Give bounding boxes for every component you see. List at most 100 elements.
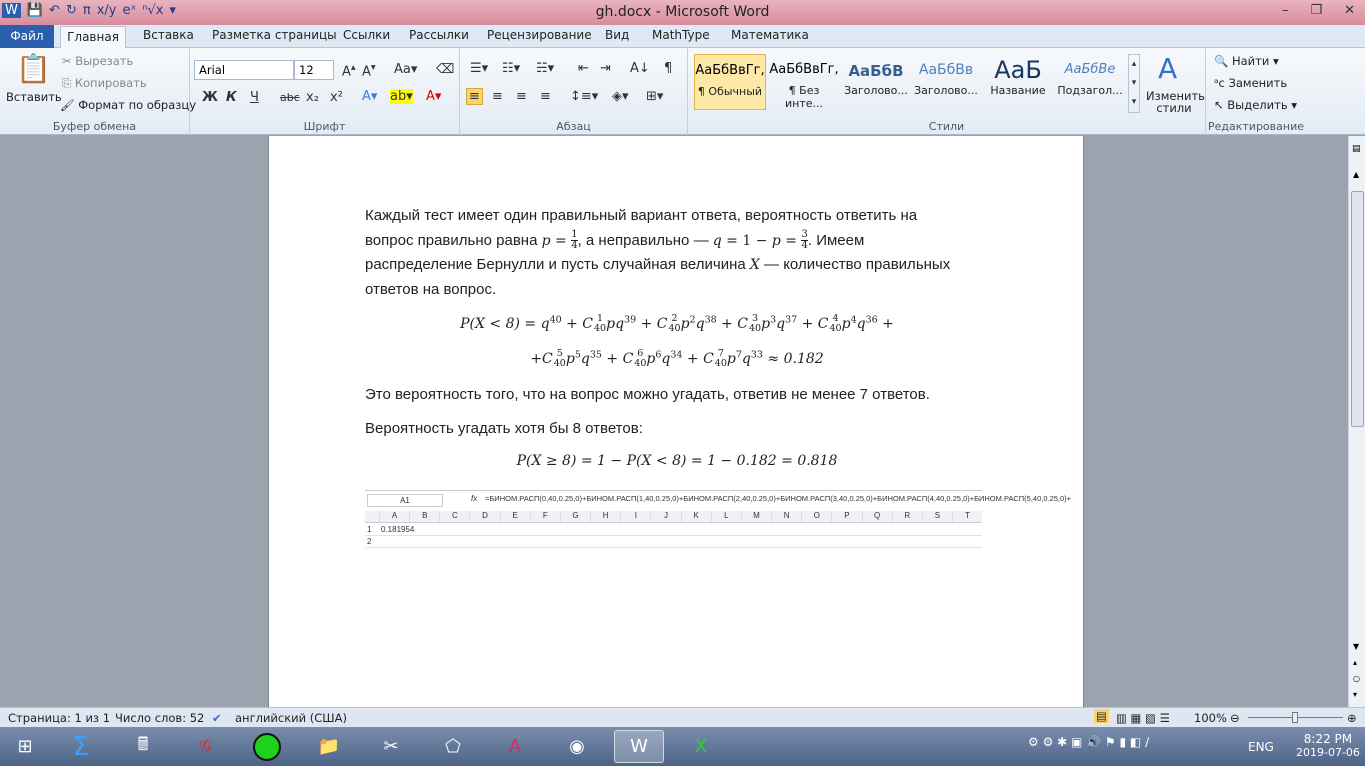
tray-icons[interactable]: ⚙ ⚙ ✱ ▣ 🔊 ⚑ ▮ ◧ ∕ — [1028, 735, 1149, 749]
taskbar-word[interactable]: W — [614, 730, 664, 763]
highlight-icon[interactable]: ab▾ — [390, 89, 413, 104]
zoom-level[interactable]: 100% — [1194, 711, 1227, 725]
font-size-select[interactable]: 12 — [294, 60, 334, 80]
taskbar-mathcad[interactable]: Σ — [56, 730, 106, 763]
scroll-up-icon[interactable]: ▲ — [1353, 170, 1359, 179]
taskbar-calculator[interactable]: 🖩 — [118, 730, 168, 763]
multilevel-list-icon[interactable]: ☵▾ — [536, 61, 554, 76]
font-color-icon[interactable]: A▾ — [426, 89, 441, 104]
minimize-button[interactable]: – — [1282, 3, 1289, 18]
proofing-icon[interactable]: ✔ — [212, 711, 222, 725]
scroll-down-icon[interactable]: ▼ — [1353, 642, 1359, 651]
input-language[interactable]: ENG — [1248, 740, 1274, 754]
change-case-icon[interactable]: Aa▾ — [394, 62, 417, 77]
style-subtitle[interactable]: АаБбВе Подзагол... — [1054, 54, 1126, 110]
decrease-indent-icon[interactable]: ⇤ — [578, 61, 589, 76]
replace-button[interactable]: ᵃc Заменить — [1214, 76, 1287, 90]
binomial-indices: 6 40 — [634, 349, 646, 369]
style-title[interactable]: АаБ Название — [982, 54, 1054, 110]
document-page[interactable]: Каждый тест имеет один правильный вариан… — [268, 136, 1084, 707]
styles-scroll-icon[interactable]: ▴ ▾ ▾ — [1128, 54, 1140, 113]
bold-button[interactable]: Ж — [202, 90, 218, 105]
browse-object-icon[interactable]: ○ — [1353, 674, 1360, 683]
find-button[interactable]: 🔍 Найти ▾ — [1214, 54, 1279, 68]
subscript-button[interactable]: x₂ — [306, 90, 319, 105]
cut-button[interactable]: ✂ Вырезать — [62, 54, 133, 68]
tab-mailings[interactable]: Рассылки — [409, 28, 469, 42]
clear-format-icon[interactable]: ⌫ — [436, 62, 454, 77]
zoom-in-icon[interactable]: ⊕ — [1347, 711, 1357, 725]
next-page-icon[interactable]: ▾ — [1353, 690, 1357, 699]
taskbar-chrome[interactable]: ◉ — [552, 730, 602, 763]
scrollbar-thumb[interactable] — [1351, 191, 1364, 427]
paste-button[interactable]: Вставить — [6, 90, 62, 104]
page-count[interactable]: Страница: 1 из 1 — [8, 711, 110, 725]
taskbar-geogebra[interactable]: ⬠ — [428, 730, 478, 763]
bullets-icon[interactable]: ☰▾ — [470, 61, 488, 76]
language[interactable]: английский (США) — [235, 711, 347, 725]
style-heading-2[interactable]: АаБбВв Заголово... — [910, 54, 982, 110]
font-name-select[interactable]: Arial — [194, 60, 294, 80]
zoom-out-icon[interactable]: ⊖ — [1230, 711, 1240, 725]
align-center-icon[interactable]: ≡ — [492, 89, 503, 104]
paste-icon[interactable]: 📋 — [16, 52, 51, 85]
tab-file[interactable]: Файл — [0, 25, 54, 48]
start-button[interactable]: ⊞ — [0, 730, 50, 763]
tab-insert[interactable]: Вставка — [143, 28, 194, 42]
copy-button[interactable]: ⎘ Копировать — [62, 76, 147, 91]
ruler-toggle-icon[interactable]: ▤ — [1352, 144, 1361, 154]
view-icons[interactable]: ▥ ▦ ▧ ☰ — [1116, 711, 1170, 725]
format-painter-button[interactable]: 🖌 Формат по образцу — [60, 98, 196, 112]
tab-page-layout[interactable]: Разметка страницы — [212, 28, 337, 42]
change-styles-icon[interactable]: A — [1158, 52, 1177, 85]
math-term: P(X < 8) = q — [460, 316, 550, 332]
align-left-icon[interactable]: ≡ — [466, 88, 483, 105]
zoom-slider-thumb[interactable] — [1292, 712, 1298, 723]
align-right-icon[interactable]: ≡ — [516, 89, 527, 104]
excel-column-header: R — [891, 511, 922, 522]
italic-button[interactable]: К — [226, 90, 237, 105]
numbering-icon[interactable]: ☷▾ — [502, 61, 520, 76]
cut-label: Вырезать — [75, 54, 134, 68]
taskbar-green-app[interactable] — [242, 730, 292, 763]
shading-icon[interactable]: ◈▾ — [612, 89, 629, 104]
restore-button[interactable]: ❐ — [1310, 3, 1322, 18]
exponent: 39 — [624, 314, 637, 326]
taskbar-excel[interactable]: X — [676, 730, 726, 763]
previous-page-icon[interactable]: ▴ — [1353, 658, 1357, 667]
pilcrow-icon[interactable]: ¶ — [664, 61, 672, 76]
sort-icon[interactable]: A↓ — [630, 61, 650, 76]
window-title: gh.docx - Microsoft Word — [595, 4, 770, 20]
vertical-scrollbar[interactable]: ▤ ▲ ▼ ▴ ○ ▾ — [1348, 136, 1365, 707]
justify-icon[interactable]: ≡ — [540, 89, 551, 104]
print-layout-icon[interactable]: ▤ — [1094, 709, 1109, 723]
tab-review[interactable]: Рецензирование — [487, 28, 592, 42]
taskbar-acrobat[interactable]: A — [490, 730, 540, 763]
binomial-indices: 5 40 — [554, 349, 566, 369]
style-no-spacing[interactable]: АаБбВвГг, ¶ Без инте... — [768, 54, 840, 110]
underline-button[interactable]: Ч — [250, 90, 259, 105]
word-count[interactable]: Число слов: 52 — [115, 711, 204, 725]
superscript-button[interactable]: x² — [330, 90, 343, 105]
change-styles-button[interactable]: Изменить стили — [1146, 90, 1205, 114]
taskbar-snipping[interactable]: ✂ — [366, 730, 416, 763]
grow-font-icon[interactable]: A▴ — [342, 62, 356, 79]
taskbar-graph[interactable]: 𝒢 — [180, 730, 230, 763]
line-spacing-icon[interactable]: ↕≡▾ — [570, 89, 598, 104]
tab-math[interactable]: Математика — [731, 28, 809, 42]
close-button[interactable]: ✕ — [1344, 3, 1355, 18]
clock[interactable]: 8:22 PM 2019-07-06 — [1296, 732, 1360, 759]
tab-references[interactable]: Ссылки — [343, 28, 390, 42]
tab-home[interactable]: Главная — [60, 26, 126, 49]
text-effects-icon[interactable]: A▾ — [362, 89, 377, 104]
style-heading-1[interactable]: АаБбВ Заголово... — [840, 54, 912, 110]
select-button[interactable]: ↖ Выделить ▾ — [1214, 98, 1297, 112]
increase-indent-icon[interactable]: ⇥ — [600, 61, 611, 76]
tab-mathtype[interactable]: MathType — [652, 28, 710, 42]
tab-view[interactable]: Вид — [605, 28, 629, 42]
taskbar-explorer[interactable]: 📁 — [304, 730, 354, 763]
style-normal[interactable]: АаБбВвГг, ¶ Обычный — [694, 54, 766, 110]
borders-icon[interactable]: ⊞▾ — [646, 89, 663, 104]
strikethrough-button[interactable]: abc — [280, 91, 300, 104]
shrink-font-icon[interactable]: A▾ — [362, 62, 376, 79]
